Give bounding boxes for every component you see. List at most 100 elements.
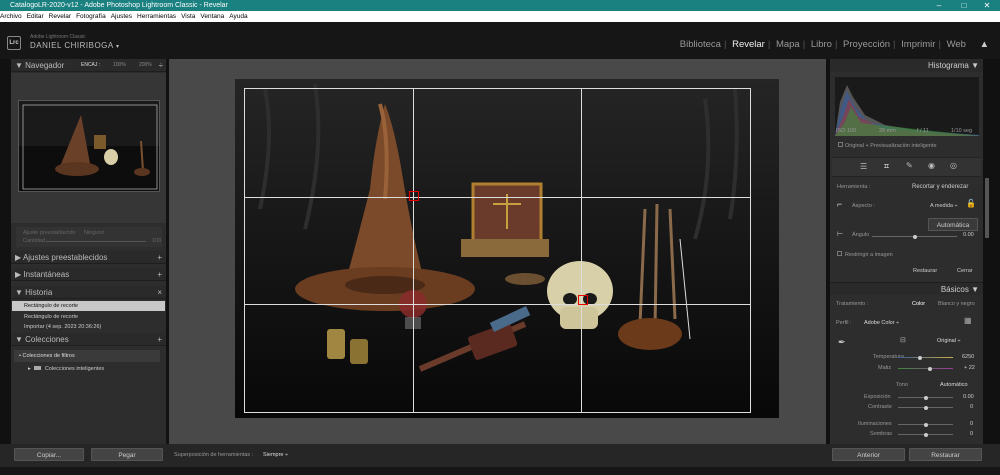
auto-straighten-button[interactable]: Automática bbox=[928, 218, 978, 231]
collection-filters-item[interactable]: • Colecciones de filtros bbox=[14, 350, 160, 362]
temp-slider[interactable] bbox=[898, 355, 953, 360]
crop-overlay[interactable] bbox=[244, 88, 751, 413]
menu-vista[interactable]: Vista bbox=[181, 11, 195, 22]
eyedropper-icon[interactable]: ✒ bbox=[838, 337, 846, 348]
collections-header[interactable]: ▼ Colecciones + bbox=[11, 333, 166, 346]
history-item[interactable]: Rectángulo de recorte bbox=[12, 312, 165, 322]
constrain-label: Restringir a imagen bbox=[845, 252, 893, 258]
basic-header[interactable]: Básicos ▼ bbox=[830, 282, 983, 295]
previous-button[interactable]: Anterior bbox=[832, 448, 905, 461]
reset-all-button[interactable]: Restaurar bbox=[909, 448, 982, 461]
overlay-value-text: Siempre bbox=[263, 452, 284, 458]
zoom-100[interactable]: 100% bbox=[113, 59, 126, 72]
contrast-label: Contraste bbox=[868, 404, 892, 410]
window-title: CatalogoLR-2020-v12 - Adobe Photoshop Li… bbox=[10, 2, 228, 9]
treatment-bw[interactable]: Blanco y negro bbox=[938, 301, 975, 307]
panel-toggle-icon[interactable]: ▲ bbox=[980, 39, 989, 50]
history-item[interactable]: Rectángulo de recorte bbox=[12, 301, 165, 311]
lock-icon[interactable]: 🔓 bbox=[966, 199, 976, 208]
add-preset-icon[interactable]: + bbox=[157, 251, 162, 264]
module-imprimir[interactable]: Imprimir bbox=[901, 39, 935, 50]
tint-slider[interactable] bbox=[898, 366, 953, 371]
amount-slider[interactable] bbox=[46, 241, 146, 242]
module-web[interactable]: Web bbox=[947, 39, 966, 50]
user-name[interactable]: DANIEL CHIRIBOGA ▾ bbox=[30, 41, 120, 50]
wb-value[interactable]: Original ÷ bbox=[937, 338, 961, 344]
module-mapa[interactable]: Mapa bbox=[776, 39, 800, 50]
contrast-slider[interactable] bbox=[898, 405, 953, 410]
angle-slider[interactable] bbox=[872, 234, 957, 239]
highlights-slider[interactable] bbox=[898, 422, 953, 427]
profile-browser-icon[interactable]: ▦ bbox=[964, 316, 972, 325]
paste-settings-button[interactable]: Pegar bbox=[91, 448, 163, 461]
sliders-icon[interactable]: ☰ bbox=[860, 162, 867, 171]
menu-archivo[interactable]: Archivo bbox=[0, 11, 22, 22]
spot-removal-icon[interactable]: ✎ bbox=[906, 161, 913, 170]
expand-arrow-icon: ▶ bbox=[15, 270, 22, 279]
preset-amount-box: Ajuste preestablecido Ninguno Cantidad 1… bbox=[16, 227, 162, 247]
histogram-header[interactable]: Histograma ▼ bbox=[830, 59, 983, 72]
clear-history-icon[interactable]: × bbox=[157, 286, 162, 299]
folder-icon bbox=[34, 366, 42, 370]
checkbox-icon[interactable] bbox=[837, 251, 842, 256]
focus-point-marker bbox=[409, 191, 419, 201]
tool-strip: ☰ ⌗ ✎ ◉ ◎ bbox=[832, 157, 981, 177]
close-window-button[interactable]: ✕ bbox=[976, 0, 998, 11]
add-collection-icon[interactable]: + bbox=[157, 333, 162, 346]
snapshots-header[interactable]: ▶ Instantáneas + bbox=[11, 268, 166, 281]
smart-collections-item[interactable]: ▸ Colecciones inteligentes bbox=[28, 366, 104, 372]
product-name: Adobe Lightroom Classic bbox=[30, 34, 86, 40]
module-proyeccion[interactable]: Proyección bbox=[843, 39, 890, 50]
history-item[interactable]: Importar (4 sep. 2023 20:36:26) bbox=[12, 322, 165, 332]
menu-ayuda[interactable]: Ayuda bbox=[229, 11, 247, 22]
menu-herramientas[interactable]: Herramientas bbox=[137, 11, 176, 22]
snapshots-label: Instantáneas bbox=[23, 270, 70, 279]
aspect-label: Aspecto : bbox=[852, 203, 875, 209]
crop-reset-button[interactable]: Restaurar bbox=[913, 268, 937, 274]
copy-settings-button[interactable]: Copiar... bbox=[14, 448, 84, 461]
angle-label: Ángulo bbox=[852, 232, 870, 238]
add-snapshot-icon[interactable]: + bbox=[157, 268, 162, 281]
aspect-value[interactable]: A medida ÷ bbox=[930, 203, 957, 209]
zoom-fit[interactable]: ENCAJ : bbox=[81, 59, 100, 72]
minimize-button[interactable]: – bbox=[928, 0, 950, 11]
shadows-label: Sombras bbox=[870, 431, 893, 437]
maximize-button[interactable]: □ bbox=[953, 0, 975, 11]
contrast-value: 0 bbox=[970, 404, 974, 410]
menu-editar[interactable]: Editar bbox=[27, 11, 44, 22]
zoom-200[interactable]: 200% bbox=[139, 59, 152, 72]
tint-value: + 22 bbox=[964, 365, 975, 371]
collapse-arrow-icon: ▼ bbox=[971, 61, 979, 70]
treatment-color[interactable]: Color bbox=[912, 301, 925, 307]
menu-fotografia[interactable]: Fotografía bbox=[76, 11, 106, 22]
constrain-option[interactable]: Restringir a imagen bbox=[837, 251, 893, 258]
masking-icon[interactable]: ◎ bbox=[950, 161, 957, 170]
zoom-menu-icon[interactable]: ÷ bbox=[159, 59, 163, 72]
tone-auto-button[interactable]: Automático bbox=[940, 382, 968, 388]
right-panel-scrollbar[interactable] bbox=[985, 178, 989, 238]
module-biblioteca[interactable]: Biblioteca bbox=[680, 39, 721, 50]
history-label: Historia bbox=[25, 288, 53, 297]
level-tool-icon[interactable]: ⊢ bbox=[837, 230, 843, 238]
collapse-arrow-icon: ▼ bbox=[971, 285, 979, 294]
exposure-slider[interactable] bbox=[898, 395, 953, 400]
menu-revelar[interactable]: Revelar bbox=[49, 11, 71, 22]
navigator-header[interactable]: ▼ Navegador ENCAJ : 100% 200% ÷ bbox=[11, 59, 166, 72]
window-titlebar: CatalogoLR-2020-v12 - Adobe Photoshop Li… bbox=[0, 0, 1000, 11]
navigator-preview[interactable] bbox=[18, 100, 160, 192]
crop-close-button[interactable]: Cerrar bbox=[957, 268, 973, 274]
shadows-slider[interactable] bbox=[898, 432, 953, 437]
module-libro[interactable]: Libro bbox=[811, 39, 832, 50]
profile-value[interactable]: Adobe Color ÷ bbox=[864, 320, 899, 326]
history-header[interactable]: ▼ Historia × bbox=[11, 286, 166, 299]
menu-ventana[interactable]: Ventana bbox=[200, 11, 224, 22]
crop-frame-icon[interactable]: ⌐ bbox=[837, 199, 842, 209]
menu-ajustes[interactable]: Ajustes bbox=[111, 11, 132, 22]
presets-header[interactable]: ▶ Ajustes preestablecidos + bbox=[11, 251, 166, 264]
crop-tool-icon[interactable]: ⌗ bbox=[884, 161, 889, 172]
red-eye-icon[interactable]: ◉ bbox=[928, 161, 935, 170]
checkbox-icon[interactable] bbox=[838, 142, 843, 147]
module-revelar[interactable]: Revelar bbox=[732, 39, 765, 50]
overlay-value[interactable]: Siempre ÷ bbox=[263, 452, 288, 458]
basic-label: Básicos bbox=[940, 285, 969, 294]
